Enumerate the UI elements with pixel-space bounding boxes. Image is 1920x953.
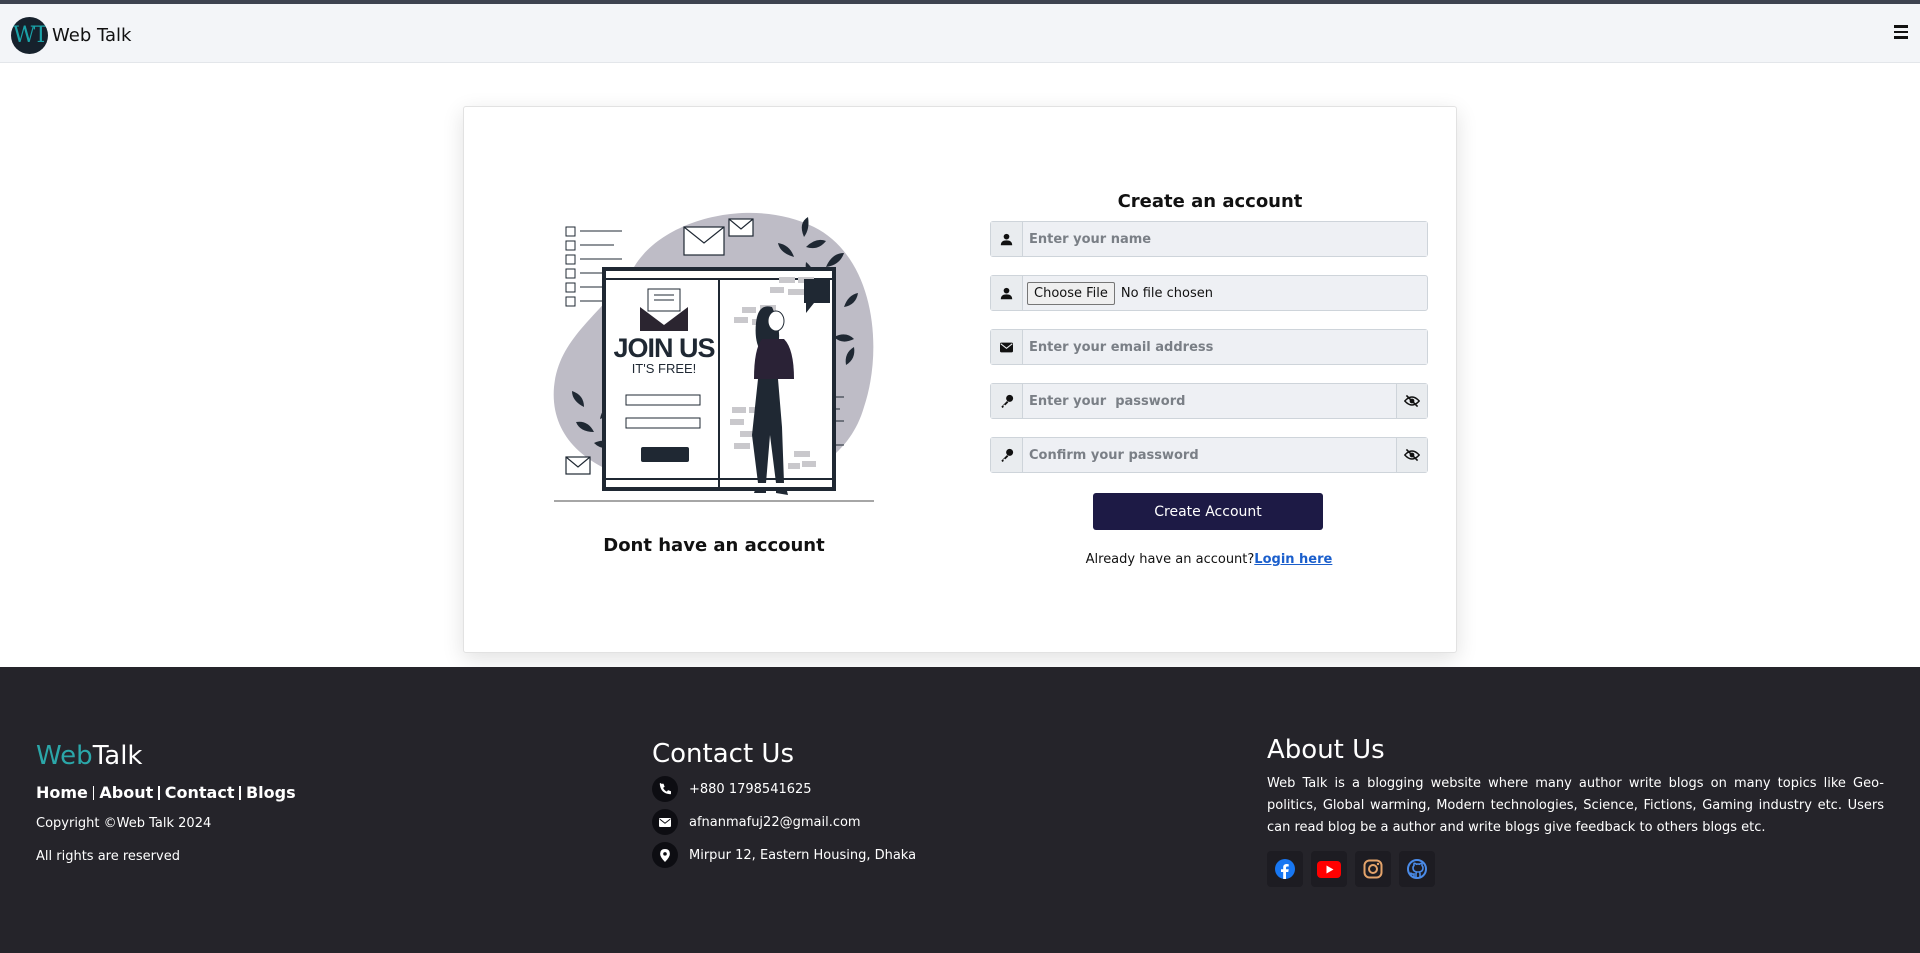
footer-link-home[interactable]: Home [36,783,88,802]
login-prompt-text: Already have an account? [1085,552,1255,567]
eye-slash-icon[interactable] [1396,384,1427,418]
footer-link-contact[interactable]: Contact [165,783,235,802]
eye-slash-icon[interactable] [1396,438,1427,472]
key-icon [991,438,1023,472]
user-icon [991,276,1023,310]
name-field-group [990,221,1428,257]
user-icon [991,222,1023,256]
footer-about-column: About Us Web Talk is a blogging website … [1267,735,1884,887]
footer: WebTalk Home About Contact Blogs Copyrig… [0,667,1920,953]
facebook-icon[interactable] [1267,851,1303,887]
email-input[interactable] [1023,330,1427,364]
address-text: Mirpur 12, Eastern Housing, Dhaka [689,847,917,863]
choose-file-button[interactable]: Choose File [1027,281,1115,305]
hamburger-menu-icon[interactable] [1894,22,1920,46]
envelope-icon [991,330,1023,364]
email-text: afnanmafuj22@gmail.com [689,814,861,830]
brand-name: Web Talk [52,25,132,46]
file-status: No file chosen [1120,285,1213,301]
email-field-group [990,329,1428,365]
svg-text:JOIN US: JOIN US [613,333,714,363]
confirm-password-input[interactable] [1023,438,1396,472]
signup-form: Create an account Choose File No file ch… [990,191,1430,567]
form-title: Create an account [1117,191,1303,212]
contact-address: Mirpur 12, Eastern Housing, Dhaka [652,842,916,868]
social-links [1267,851,1884,887]
svg-text:IT'S FREE!: IT'S FREE! [632,361,697,376]
signup-card: JOIN US IT'S FREE! Dont have an account … [463,106,1457,653]
envelope-icon [652,809,678,835]
login-prompt: Already have an account?Login here [990,552,1428,567]
about-heading: About Us [1267,735,1385,765]
footer-link-about[interactable]: About [99,783,153,802]
phone-icon [652,776,678,802]
about-text: Web Talk is a blogging website where man… [1267,776,1884,835]
avatar-field-group: Choose File No file chosen [990,275,1428,311]
divider [158,785,160,800]
footer-brand-column: WebTalk Home About Contact Blogs Copyrig… [36,741,296,864]
confirm-password-field-group [990,437,1428,473]
login-link[interactable]: Login here [1254,552,1332,567]
file-input: Choose File No file chosen [1023,276,1427,310]
contact-heading: Contact Us [652,739,794,769]
footer-contact-column: Contact Us +880 1798541625 afnanmafuj22@… [652,739,916,868]
map-pin-icon [652,842,678,868]
copyright: Copyright ©Web Talk 2024 [36,816,212,831]
github-icon[interactable] [1399,851,1435,887]
footer-link-blogs[interactable]: Blogs [246,783,296,802]
divider [92,785,95,800]
navbar: WT Web Talk [0,0,1920,63]
password-input[interactable] [1023,384,1396,418]
create-account-button[interactable]: Create Account [1093,493,1323,530]
phone-text: +880 1798541625 [689,781,812,797]
contact-phone: +880 1798541625 [652,776,916,802]
rights-reserved: All rights are reserved [36,849,180,864]
name-input[interactable] [1023,222,1427,256]
key-icon [991,384,1023,418]
password-field-group [990,383,1428,419]
join-us-illustration: JOIN US IT'S FREE! [553,212,874,502]
youtube-icon[interactable] [1311,851,1347,887]
contact-email: afnanmafuj22@gmail.com [652,809,916,835]
footer-logo: WebTalk [36,741,143,771]
divider [239,785,241,800]
instagram-icon[interactable] [1355,851,1391,887]
brand-logo: WT [11,17,48,54]
brand[interactable]: WT Web Talk [11,17,131,54]
illustration-caption: Dont have an account [603,535,825,556]
footer-nav: Home About Contact Blogs [36,783,296,802]
